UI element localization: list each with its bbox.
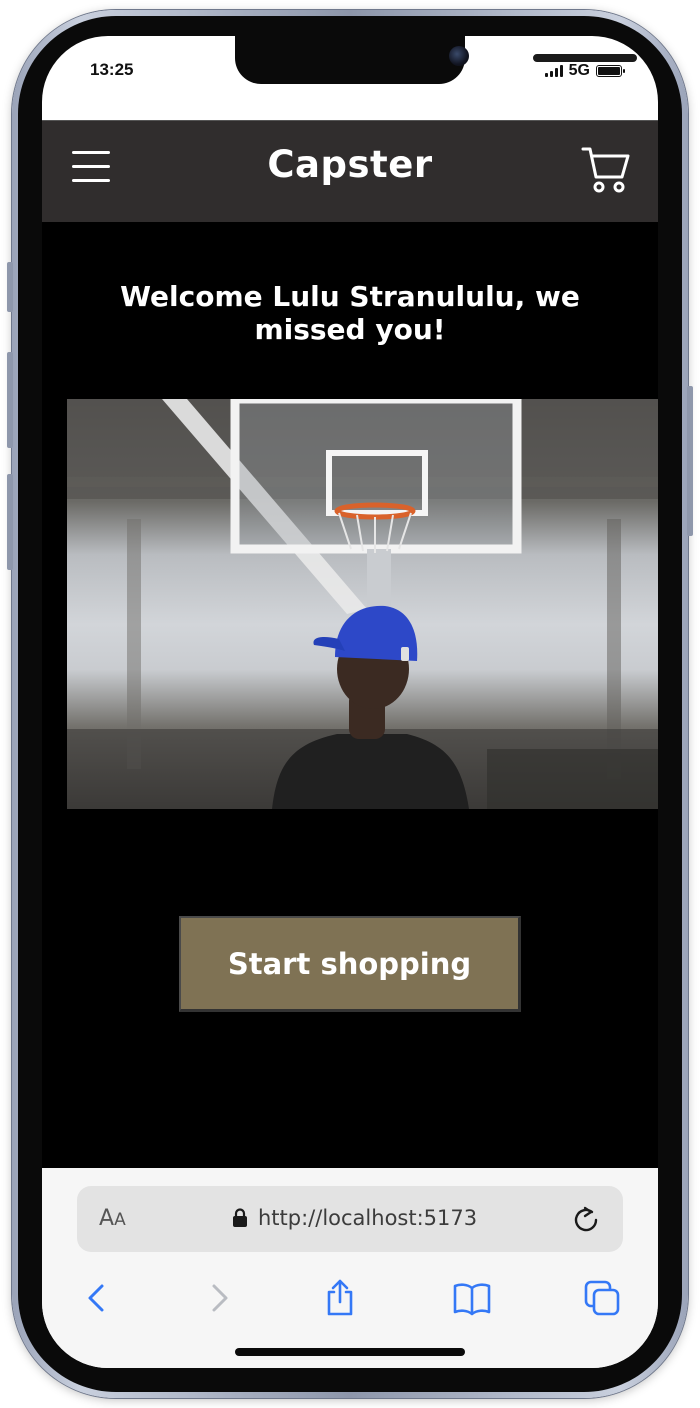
power-button	[687, 386, 693, 536]
lock-icon	[233, 1208, 247, 1227]
speaker-grille	[533, 54, 637, 62]
notch	[235, 36, 637, 84]
camera-icon	[449, 46, 469, 66]
url-text: http://localhost:5173	[258, 1206, 478, 1230]
tabs-button[interactable]	[582, 1278, 622, 1318]
share-icon	[327, 1279, 353, 1316]
back-button[interactable]	[78, 1278, 118, 1318]
main-content: Welcome Lulu Stranululu, we missed you!	[42, 222, 658, 1168]
forward-icon	[212, 1284, 228, 1312]
hero-image	[67, 399, 658, 809]
volume-up-button	[7, 352, 13, 448]
reload-button[interactable]	[571, 1204, 601, 1234]
signal-icon	[544, 65, 563, 77]
back-icon	[88, 1284, 104, 1312]
cart-icon	[581, 147, 630, 193]
share-button[interactable]	[320, 1278, 360, 1318]
start-shopping-button[interactable]: Start shopping	[179, 916, 521, 1012]
cart-button[interactable]	[580, 143, 632, 195]
home-indicator	[235, 1348, 465, 1356]
phone-screen: 13:25 5G Capster Welcome Lulu Stranululu…	[42, 36, 658, 1368]
battery-icon	[596, 65, 625, 77]
address-bar[interactable]: AA http://localhost:5173	[77, 1186, 623, 1252]
status-indicators: 5G	[544, 62, 625, 80]
bookmarks-button[interactable]	[452, 1278, 492, 1318]
safari-bottom-bar: AA http://localhost:5173	[42, 1168, 658, 1368]
app-header: Capster	[42, 120, 658, 223]
brand-logo[interactable]: Capster	[42, 143, 658, 186]
mute-switch	[7, 262, 13, 312]
network-type: 5G	[568, 62, 590, 79]
reader-text-size-button[interactable]: AA	[99, 1206, 126, 1231]
forward-button[interactable]	[198, 1278, 238, 1318]
welcome-heading: Welcome Lulu Stranululu, we missed you!	[120, 280, 580, 346]
status-time: 13:25	[90, 60, 134, 79]
volume-down-button	[7, 474, 13, 570]
reload-icon	[574, 1206, 598, 1232]
tabs-icon	[584, 1280, 620, 1316]
bookmarks-icon	[453, 1283, 491, 1316]
